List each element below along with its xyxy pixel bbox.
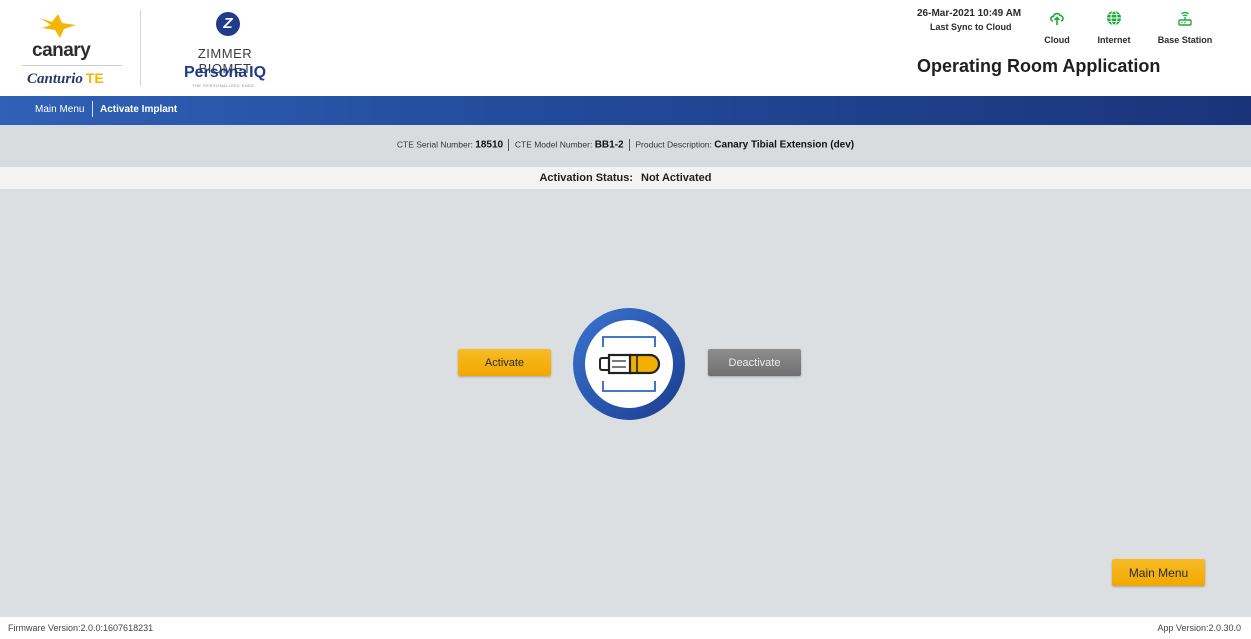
deactivate-button[interactable]: Deactivate — [708, 349, 801, 376]
activation-status-value: Not Activated — [641, 172, 712, 184]
breadcrumb-main-menu[interactable]: Main Menu — [35, 104, 84, 115]
canary-wordmark: canary — [32, 40, 91, 61]
breadcrumb-activate-implant: Activate Implant — [100, 104, 178, 115]
zimmer-biomet-logo: ZIMMER BIOMET PersonaIQ THE PERSONALIZED… — [170, 12, 290, 88]
current-datetime: 26-Mar-2021 10:49 AM — [917, 8, 1022, 19]
zimmer-emblem-icon — [216, 12, 240, 36]
breadcrumb-separator — [92, 101, 93, 117]
internet-status: Internet — [1089, 10, 1139, 45]
canary-bird-icon — [40, 14, 76, 38]
logo-divider — [140, 10, 141, 86]
canturio-wordmark: Canturio TE — [27, 70, 104, 87]
persona-tagline: THE PERSONALIZED KNEE — [192, 83, 255, 88]
main-menu-button[interactable]: Main Menu — [1112, 559, 1205, 586]
last-sync-label: Last Sync to Cloud — [930, 22, 1012, 32]
firmware-version: Firmware Version:2.0.0:1607618231 — [8, 623, 154, 633]
base-station-status-label: Base Station — [1157, 35, 1213, 45]
description-label: Product Description: — [635, 139, 712, 150]
activation-status-label: Activation Status: — [539, 172, 633, 184]
persona-wordmark: Persona IQ — [184, 64, 267, 81]
router-icon — [1178, 11, 1192, 26]
base-station-status: Base Station — [1150, 10, 1220, 45]
activation-status-bar: Activation Status: Not Activated — [0, 167, 1251, 189]
description-value: Canary Tibial Extension (dev) — [714, 139, 855, 151]
app-version: App Version:2.0.30.0 — [1157, 623, 1241, 633]
activation-status: Activation Status: Not Activated — [0, 172, 1251, 184]
model-value: BB1-2 — [594, 139, 624, 151]
internet-status-label: Internet — [1097, 35, 1131, 45]
device-info-line: CTE Serial Number: 18510 CTE Model Numbe… — [0, 139, 1251, 151]
activate-button[interactable]: Activate — [458, 349, 551, 376]
canary-logo: canary Canturio TE — [22, 10, 132, 90]
model-label: CTE Model Number: — [514, 139, 593, 150]
cloud-upload-icon — [1050, 12, 1064, 25]
main-panel: Activate Deactivate Main Menu — [0, 189, 1251, 617]
app-title: Operating Room Application — [917, 56, 1161, 76]
breadcrumb: Main Menu Activate Implant — [0, 96, 1251, 125]
serial-label: CTE Serial Number: — [396, 139, 473, 150]
cloud-status-label: Cloud — [1044, 35, 1070, 45]
cloud-status: Cloud — [1040, 10, 1074, 45]
implant-icon — [573, 308, 685, 420]
device-info-bar: CTE Serial Number: 18510 CTE Model Numbe… — [0, 125, 1251, 167]
serial-value: 18510 — [475, 139, 504, 151]
app-header: canary CanturioTE ZIMMER BIOMET PersonaI… — [0, 0, 1251, 96]
globe-icon — [1107, 10, 1121, 26]
app-footer: Firmware Version:2.0.0:1607618231 App Ve… — [0, 617, 1251, 639]
